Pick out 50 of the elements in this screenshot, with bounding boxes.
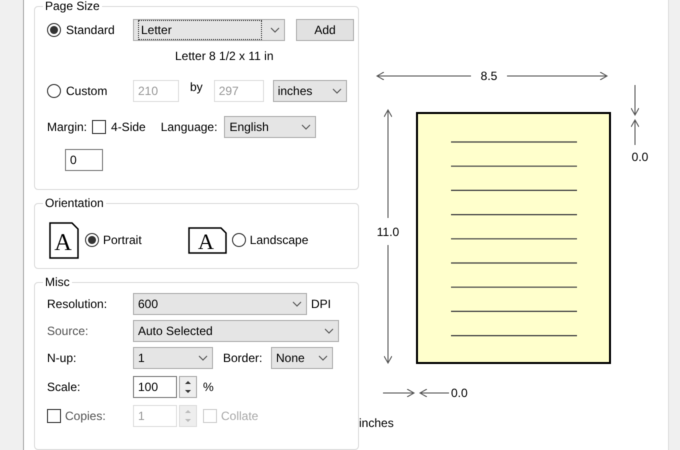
field-label: Scale:	[47, 378, 82, 396]
chevron-icon	[292, 300, 302, 307]
chevron-icon	[324, 328, 334, 334]
page-letter-icon: A	[186, 225, 228, 256]
height-value: 11.0	[376, 225, 400, 239]
field-label: %	[203, 378, 214, 396]
units-label: inches	[359, 415, 395, 432]
checkbox-label: Copies:	[65, 408, 107, 425]
add-button[interactable]: Add	[296, 19, 354, 41]
paper-select[interactable]: Letter	[133, 19, 285, 41]
language-select[interactable]: English	[224, 116, 316, 138]
units-select[interactable]: inches	[272, 80, 347, 102]
spinner-arrows-icon[interactable]	[179, 376, 197, 398]
top-margin-value: 0.0	[632, 150, 648, 164]
chevron-icon	[270, 27, 280, 33]
width-value: 8.5	[480, 69, 498, 83]
radio-label: Custom	[66, 83, 108, 100]
group-title: Page Size	[43, 0, 102, 14]
source-select[interactable]: Auto Selected	[133, 320, 339, 342]
checkbox[interactable]	[47, 408, 61, 423]
field-label: Margin:	[47, 119, 88, 136]
border-select[interactable]: None	[271, 346, 333, 369]
radio-label: Portrait	[103, 232, 142, 250]
resolution-select[interactable]: 600	[133, 292, 307, 315]
nup-select[interactable]: 1	[133, 346, 213, 369]
scale-field[interactable]: 100	[133, 376, 177, 398]
chevron-icon	[318, 354, 328, 361]
field-label: N-up:	[47, 350, 78, 367]
checkbox[interactable]	[92, 120, 106, 134]
left-margin-value: 0.0	[451, 386, 468, 400]
chevron-icon	[198, 354, 208, 361]
chevron-icon	[301, 124, 312, 130]
radio-label: Landscape	[250, 232, 308, 250]
chevron-icon	[332, 88, 342, 94]
radio-button[interactable]	[232, 233, 246, 248]
paper-description: Letter 8 1/2 x 11 in	[175, 49, 274, 63]
field-label: Border:	[223, 350, 264, 367]
radio-button[interactable]	[47, 84, 61, 98]
page-letter-icon: A	[47, 220, 81, 260]
checkbox-label: Collate	[221, 408, 258, 425]
field-label: DPI	[311, 296, 332, 313]
field-label: by	[190, 79, 203, 96]
checkbox-label: 4-Side	[111, 119, 146, 136]
radio-button[interactable]	[85, 233, 99, 248]
radio-label: Standard	[66, 22, 116, 39]
field-label: Source:	[47, 322, 90, 340]
field-label: Resolution:	[47, 296, 108, 313]
field-label: Language:	[160, 119, 218, 136]
radio-button[interactable]	[47, 23, 61, 37]
margin-field[interactable]: 0	[65, 149, 103, 171]
